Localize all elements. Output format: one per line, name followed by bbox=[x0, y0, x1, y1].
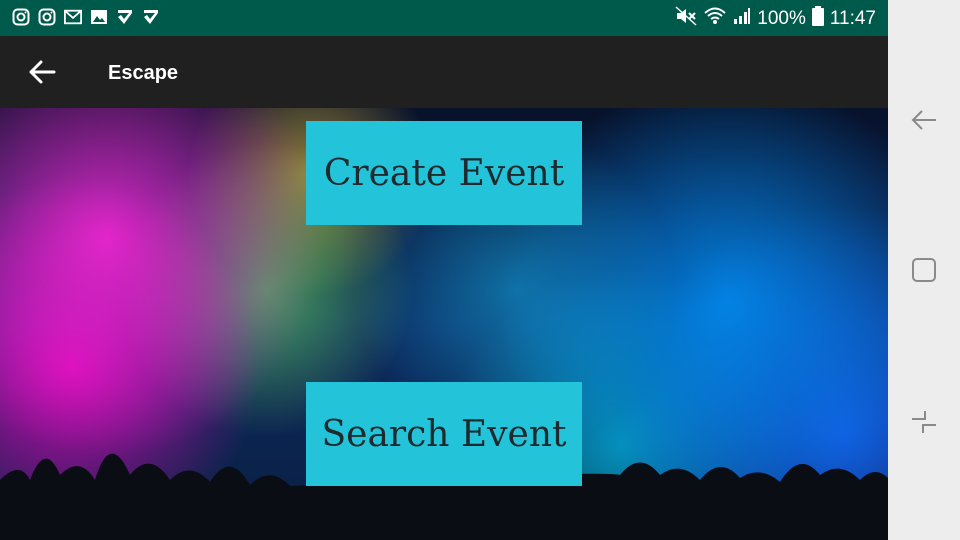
nav-back-icon bbox=[911, 110, 936, 130]
search-event-button[interactable]: Search Event bbox=[306, 382, 582, 486]
nav-recents-button[interactable] bbox=[908, 406, 940, 438]
create-event-button[interactable]: Create Event bbox=[306, 121, 582, 225]
back-button[interactable] bbox=[24, 54, 60, 90]
nav-home-icon bbox=[912, 258, 936, 282]
instagram-icon bbox=[12, 8, 30, 26]
nav-recents-icon bbox=[912, 411, 936, 433]
battery-icon bbox=[811, 6, 824, 32]
signal-icon bbox=[733, 7, 751, 31]
instagram-icon bbox=[38, 8, 56, 26]
wifi-icon bbox=[703, 6, 727, 32]
battery-percent: 100% bbox=[757, 8, 806, 29]
notification-icons bbox=[12, 8, 160, 26]
nav-back-button[interactable] bbox=[908, 104, 940, 136]
hero-background: Create Event Search Event bbox=[0, 108, 888, 540]
page-title: Escape bbox=[108, 62, 179, 84]
arrow-left-icon bbox=[29, 60, 56, 84]
app-bar: Escape bbox=[0, 36, 888, 108]
system-nav-bar bbox=[888, 0, 960, 540]
check-icon bbox=[142, 8, 160, 26]
check-icon bbox=[116, 8, 134, 26]
gallery-icon bbox=[90, 8, 108, 26]
mute-icon bbox=[675, 6, 697, 32]
clock: 11:47 bbox=[829, 8, 876, 29]
status-indicators: 100% 11:47 bbox=[675, 6, 876, 32]
nav-home-button[interactable] bbox=[908, 254, 940, 286]
gmail-icon bbox=[64, 8, 82, 26]
status-bar: 100% 11:47 bbox=[0, 0, 888, 36]
